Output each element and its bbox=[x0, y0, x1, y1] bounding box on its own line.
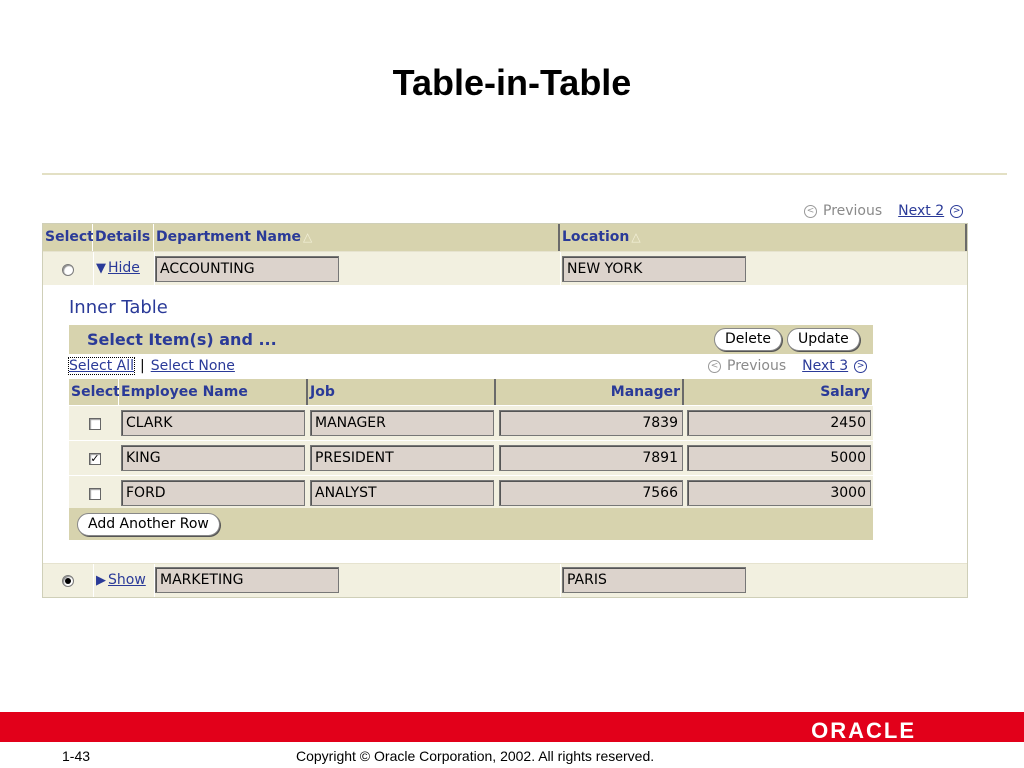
inner-previous-link: < Previous bbox=[708, 358, 786, 374]
triangle-down-icon: ▼ bbox=[96, 260, 106, 276]
inner-header-employee-name[interactable]: Employee Name bbox=[119, 379, 308, 405]
circle-right-arrow-icon[interactable]: > bbox=[854, 359, 868, 373]
header-details: Details bbox=[93, 224, 154, 251]
outer-previous-link: < Previous bbox=[804, 203, 882, 219]
inner-previous-label: Previous bbox=[727, 358, 787, 374]
triangle-up-icon: △ bbox=[631, 230, 641, 244]
select-all-link[interactable]: Select All bbox=[68, 357, 135, 375]
show-link[interactable]: Show bbox=[108, 572, 146, 588]
inner-table-row: FORD ANALYST 7566 3000 bbox=[69, 476, 873, 510]
salary-field[interactable]: 2450 bbox=[687, 410, 871, 436]
hide-link[interactable]: Hide bbox=[108, 260, 140, 276]
manager-field[interactable]: 7839 bbox=[499, 410, 683, 436]
row-checkbox[interactable] bbox=[89, 418, 101, 430]
add-another-row-button[interactable]: Add Another Row bbox=[77, 513, 220, 536]
outer-row: ▼ Hide ACCOUNTING NEW YORK bbox=[43, 251, 967, 285]
copyright-notice: Copyright © Oracle Corporation, 2002. Al… bbox=[296, 748, 655, 764]
job-field[interactable]: ANALYST bbox=[310, 480, 494, 506]
inner-next-link[interactable]: Next 3 bbox=[802, 358, 848, 374]
outer-previous-label: Previous bbox=[823, 203, 883, 219]
manager-field[interactable]: 7891 bbox=[499, 445, 683, 471]
row-select-radio-selected[interactable] bbox=[62, 575, 74, 587]
circle-left-arrow-icon: < bbox=[708, 359, 721, 373]
triangle-up-icon: △ bbox=[303, 230, 313, 244]
header-select: Select bbox=[43, 224, 94, 251]
footer-bar: ORACLE bbox=[0, 712, 1024, 743]
location-field[interactable]: PARIS bbox=[562, 567, 746, 593]
department-name-field[interactable]: ACCOUNTING bbox=[155, 256, 339, 282]
header-department-name[interactable]: Department Name △ bbox=[154, 224, 560, 251]
job-field[interactable]: PRESIDENT bbox=[310, 445, 494, 471]
location-field[interactable]: NEW YORK bbox=[562, 256, 746, 282]
select-items-label: Select Item(s) and ... bbox=[87, 330, 277, 349]
header-location-label: Location bbox=[562, 229, 630, 245]
outer-pager: < Previous Next 2 > bbox=[804, 203, 964, 219]
inner-table-row: ✓ KING PRESIDENT 7891 5000 bbox=[69, 441, 873, 475]
oracle-logo: ORACLE bbox=[811, 718, 916, 743]
cell-divider bbox=[93, 252, 94, 285]
salary-field[interactable]: 3000 bbox=[687, 480, 871, 506]
outer-row: ▶ Show MARKETING PARIS bbox=[43, 563, 967, 597]
manager-field[interactable]: 7566 bbox=[499, 480, 683, 506]
header-department-name-label: Department Name bbox=[156, 229, 302, 245]
select-links: Select All | Select None bbox=[68, 357, 235, 375]
header-location[interactable]: Location △ bbox=[560, 224, 967, 251]
cell-divider bbox=[560, 252, 561, 285]
inner-header-job[interactable]: Job bbox=[308, 379, 496, 405]
triangle-right-icon: ▶ bbox=[96, 572, 106, 588]
title-divider bbox=[42, 173, 1007, 175]
link-separator: | bbox=[140, 358, 145, 374]
inner-header-salary[interactable]: Salary bbox=[684, 379, 873, 405]
employee-name-field[interactable]: CLARK bbox=[121, 410, 305, 436]
inner-action-bar: Select Item(s) and ... Delete Update bbox=[69, 325, 873, 354]
cell-divider bbox=[93, 564, 94, 597]
update-button[interactable]: Update bbox=[787, 328, 860, 351]
inner-header-manager[interactable]: Manager bbox=[496, 379, 684, 405]
job-field[interactable]: MANAGER bbox=[310, 410, 494, 436]
circle-left-arrow-icon: < bbox=[804, 204, 817, 218]
show-toggle[interactable]: ▶ Show bbox=[96, 572, 146, 588]
inner-header-select: Select bbox=[69, 379, 120, 405]
inner-table-row: CLARK MANAGER 7839 2450 bbox=[69, 406, 873, 440]
cell-divider bbox=[560, 564, 561, 597]
inner-pager: < Previous Next 3 > bbox=[708, 358, 868, 374]
salary-field[interactable]: 5000 bbox=[687, 445, 871, 471]
department-name-field[interactable]: MARKETING bbox=[155, 567, 339, 593]
row-checkbox-checked[interactable]: ✓ bbox=[89, 453, 101, 465]
employee-name-field[interactable]: FORD bbox=[121, 480, 305, 506]
outer-next-link[interactable]: Next 2 bbox=[898, 203, 944, 219]
row-select-radio[interactable] bbox=[62, 264, 74, 276]
employee-name-field[interactable]: KING bbox=[121, 445, 305, 471]
page-number: 1-43 bbox=[62, 748, 91, 764]
slide-title: Table-in-Table bbox=[392, 62, 632, 103]
delete-button[interactable]: Delete bbox=[714, 328, 782, 351]
inner-table-title: Inner Table bbox=[69, 297, 168, 318]
add-row-bar: Add Another Row bbox=[69, 508, 873, 540]
row-checkbox[interactable] bbox=[89, 488, 101, 500]
hide-toggle[interactable]: ▼ Hide bbox=[96, 260, 140, 276]
select-none-link[interactable]: Select None bbox=[151, 358, 235, 374]
outer-table: Select Details Department Name △ Location… bbox=[42, 223, 968, 598]
circle-right-arrow-icon[interactable]: > bbox=[950, 204, 964, 218]
